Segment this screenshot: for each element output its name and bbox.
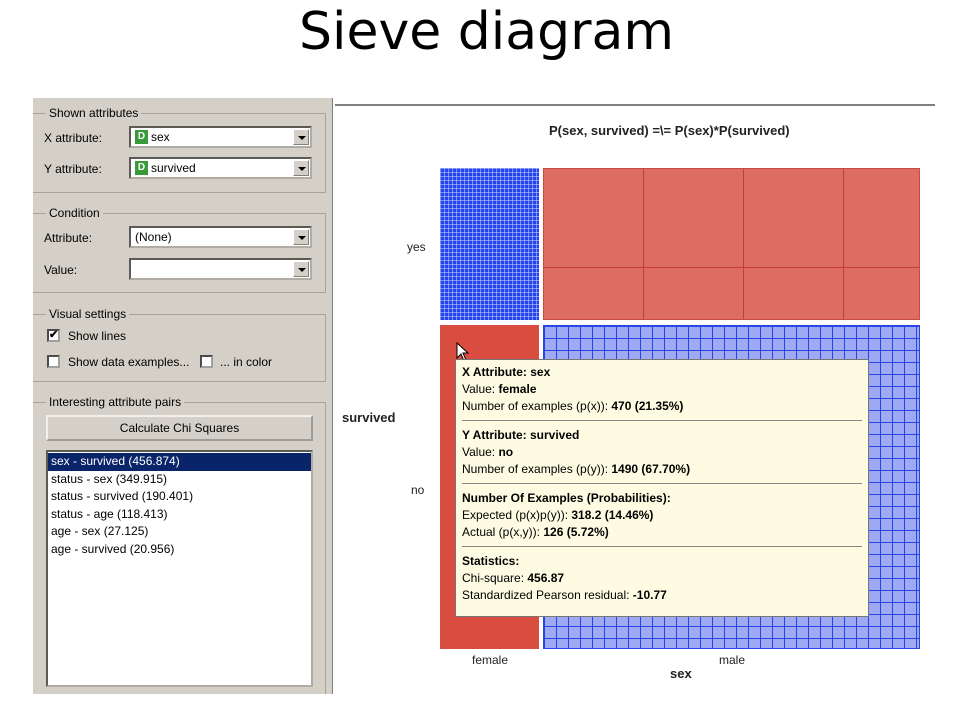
grid-line — [643, 169, 644, 319]
attribute-pairs-list[interactable]: sex - survived (456.874) status - sex (34… — [46, 450, 313, 687]
calculate-chi-squares-button[interactable]: Calculate Chi Squares — [46, 415, 313, 441]
x-label-male: male — [719, 653, 746, 667]
y-attribute-value: survived — [151, 161, 196, 175]
attribute-pairs-group: Interesting attribute pairs Calculate Ch… — [33, 395, 326, 694]
condition-attribute-select[interactable]: (None) — [129, 226, 312, 248]
tooltip-y-value-row: Value: no — [462, 445, 514, 459]
grid-line — [544, 267, 919, 268]
tooltip-separator — [462, 420, 862, 421]
discrete-icon: D — [135, 130, 148, 144]
tooltip-expected: 318.2 (14.46%) — [571, 508, 654, 522]
x-attribute-select[interactable]: D sex — [129, 126, 312, 148]
tooltip-y-count: 1490 (67.70%) — [611, 462, 691, 476]
slide-title: Sieve diagram — [299, 2, 674, 62]
show-lines-label: Show lines — [68, 329, 127, 343]
tooltip-separator — [462, 546, 862, 547]
grid-line — [843, 169, 844, 319]
tooltip-x-header: X Attribute: sex — [462, 365, 551, 379]
tooltip-y-value: no — [498, 445, 514, 459]
list-item[interactable]: age - survived (20.956) — [48, 541, 311, 559]
list-item[interactable]: sex - survived (456.874) — [48, 453, 311, 471]
show-lines-checkbox[interactable]: ✔ — [47, 329, 60, 342]
tooltip-x-value: female — [498, 382, 537, 396]
y-axis-title: survived — [342, 410, 396, 425]
shown-attributes-group: Shown attributes X attribute: D sex Y at… — [33, 106, 326, 193]
cell-female-yes[interactable] — [440, 168, 539, 320]
list-item[interactable]: age - sex (27.125) — [48, 523, 311, 541]
tooltip-chi-row: Chi-square: 456.87 — [462, 571, 565, 585]
tooltip-y-count-row: Number of examples (p(y)): 1490 (67.70%) — [462, 462, 691, 476]
condition-attribute-value: (None) — [135, 230, 172, 244]
tooltip-actual: 126 (5.72%) — [543, 525, 609, 539]
chevron-down-icon[interactable] — [293, 229, 309, 245]
visual-settings-title: Visual settings — [46, 307, 130, 321]
y-label-yes: yes — [407, 240, 426, 254]
condition-value-select[interactable] — [129, 258, 312, 280]
x-attribute-value: sex — [151, 130, 170, 144]
in-color-label: ... in color — [220, 355, 273, 369]
tooltip-x-count-row: Number of examples (p(x)): 470 (21.35%) — [462, 399, 684, 413]
list-item[interactable]: status - age (118.413) — [48, 506, 311, 524]
tooltip-prob-header: Number Of Examples (Probabilities): — [462, 491, 671, 505]
x-label-female: female — [472, 653, 509, 667]
tooltip-x-count: 470 (21.35%) — [611, 399, 684, 413]
condition-title: Condition — [46, 206, 103, 220]
tooltip-actual-row: Actual (p(x,y)): 126 (5.72%) — [462, 525, 609, 539]
tooltip-x-value-row: Value: female — [462, 382, 537, 396]
canvas-divider — [335, 104, 935, 106]
tooltip-residual: -10.77 — [632, 588, 667, 602]
condition-attribute-label: Attribute: — [44, 231, 93, 245]
cell-male-yes[interactable] — [543, 168, 920, 320]
y-label-no: no — [411, 483, 425, 497]
tooltip-chi: 456.87 — [527, 571, 565, 585]
in-color-checkbox[interactable] — [200, 355, 213, 368]
condition-value-label: Value: — [44, 263, 78, 277]
chevron-down-icon[interactable] — [293, 160, 309, 176]
list-item[interactable]: status - sex (349.915) — [48, 471, 311, 489]
control-panel: Shown attributes X attribute: D sex Y at… — [33, 98, 333, 694]
independence-formula: P(sex, survived) =\= P(sex)*P(survived) — [549, 123, 790, 138]
shown-attributes-title: Shown attributes — [46, 106, 142, 120]
show-data-examples-label: Show data examples... — [68, 355, 190, 369]
attribute-pairs-title: Interesting attribute pairs — [46, 395, 185, 409]
y-attribute-label: Y attribute: — [44, 162, 102, 176]
list-item[interactable]: status - survived (190.401) — [48, 488, 311, 506]
tooltip-stats-header: Statistics: — [462, 554, 520, 568]
condition-group: Condition Attribute: (None) Value: — [33, 206, 326, 293]
tooltip-expected-row: Expected (p(x)p(y)): 318.2 (14.46%) — [462, 508, 654, 522]
show-data-examples-checkbox[interactable] — [47, 355, 60, 368]
cell-tooltip: X Attribute: sex Value: female Number of… — [455, 359, 869, 617]
tooltip-separator — [462, 483, 862, 484]
chevron-down-icon[interactable] — [293, 261, 309, 277]
discrete-icon: D — [135, 161, 148, 175]
x-axis-title: sex — [670, 666, 692, 681]
y-attribute-select[interactable]: D survived — [129, 157, 312, 179]
tooltip-residual-row: Standardized Pearson residual: -10.77 — [462, 588, 667, 602]
chevron-down-icon[interactable] — [293, 129, 309, 145]
visual-settings-group: Visual settings ✔ Show lines Show data e… — [33, 307, 326, 382]
grid-line — [743, 169, 744, 319]
tooltip-y-header: Y Attribute: survived — [462, 428, 580, 442]
x-attribute-label: X attribute: — [44, 131, 103, 145]
